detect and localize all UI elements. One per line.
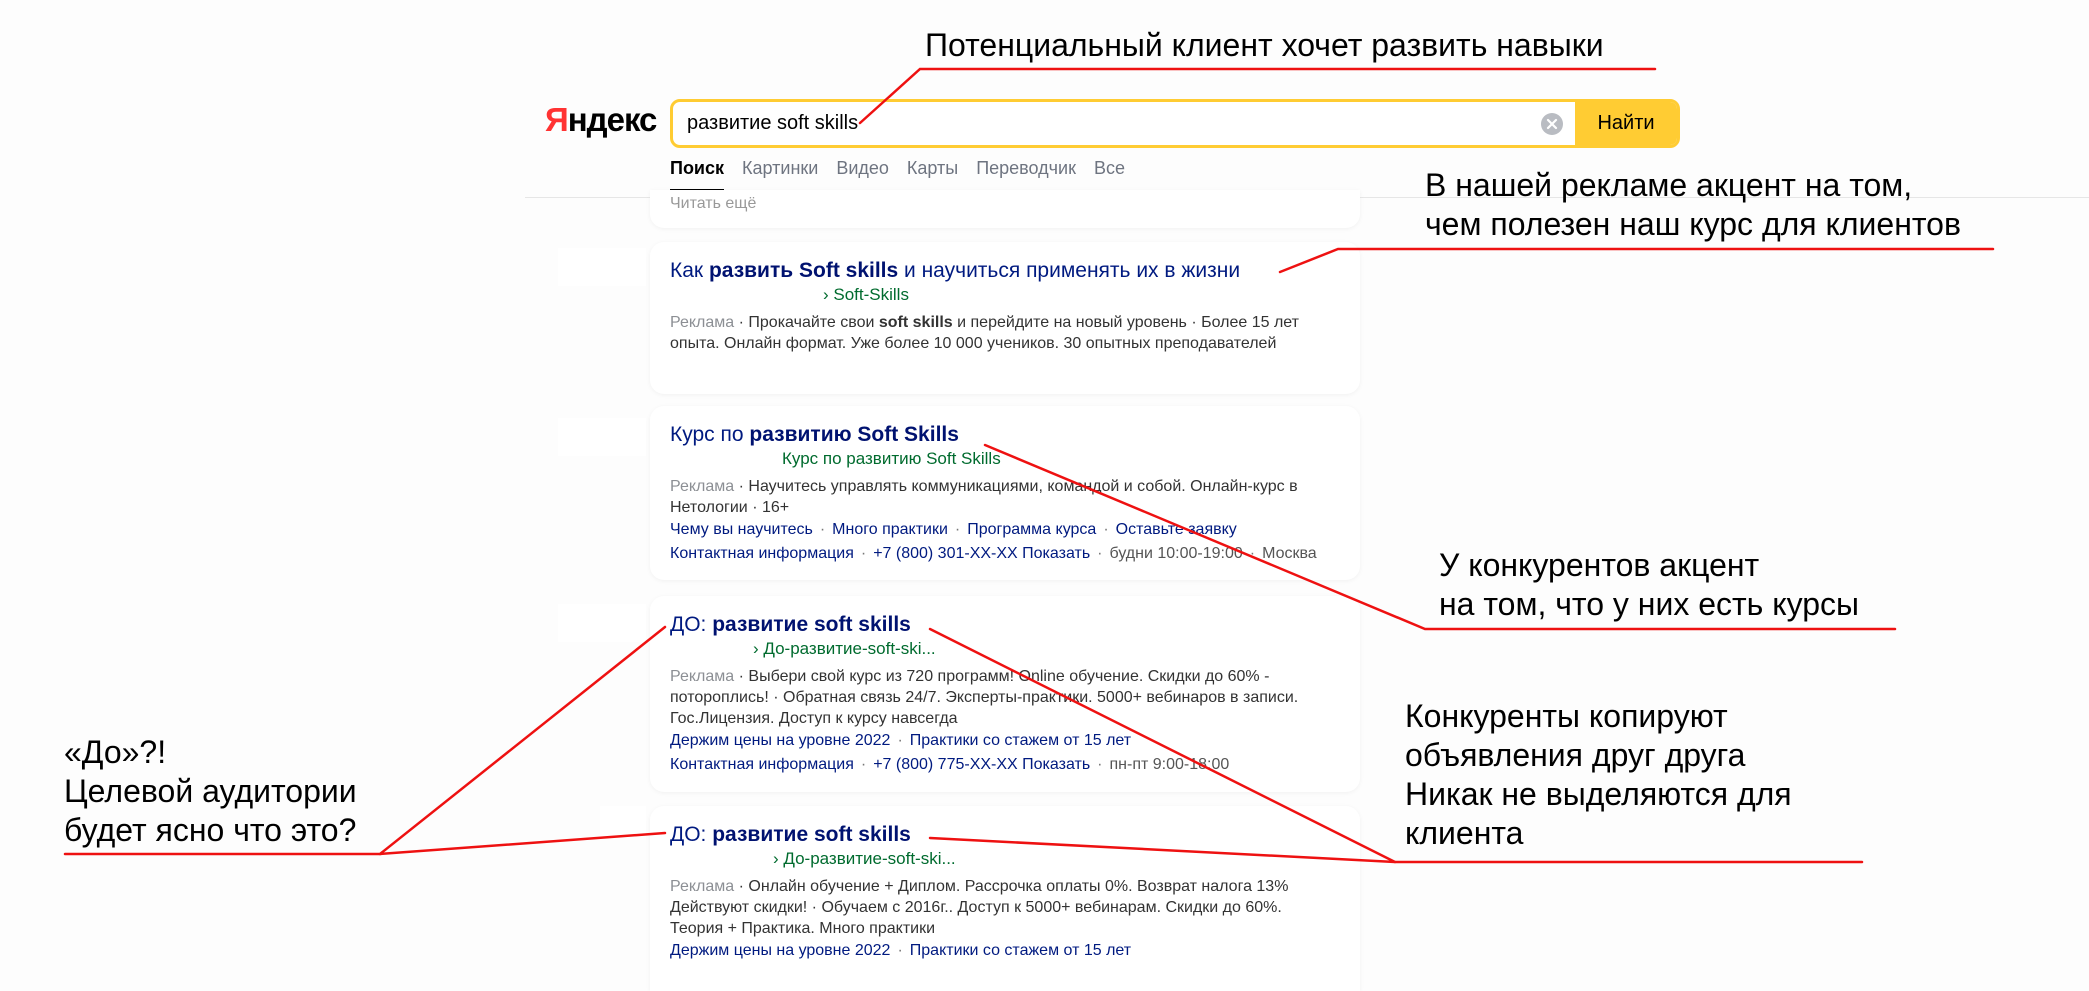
annotation-pointer	[378, 831, 667, 856]
annotation-copying: Конкуренты копируют объявления друг друг…	[1405, 698, 1792, 851]
annotation-our-ad: В нашей рекламе акцент на том, чем полез…	[1425, 167, 1961, 242]
annotation-do: «До»?! Целевой аудитории будет ясно что …	[64, 734, 357, 848]
annotation-pointer	[858, 67, 1657, 125]
annotation-pointer	[1278, 247, 1995, 274]
annotation-top: Потенциальный клиент хочет развить навык…	[925, 27, 1604, 63]
annotation-competitors: У конкурентов акцент на том, что у них е…	[1439, 547, 1860, 622]
annotation-pointer	[928, 836, 1397, 864]
